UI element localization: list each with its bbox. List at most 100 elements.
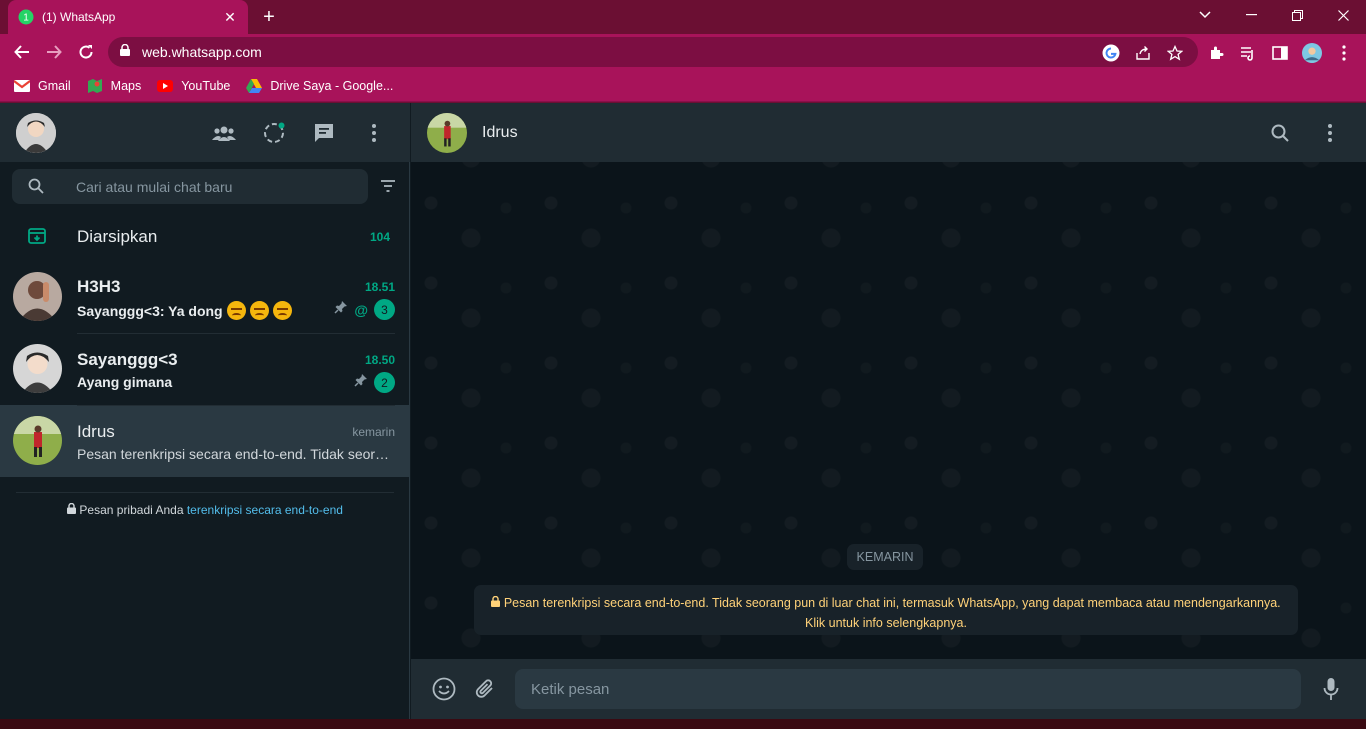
bookmark-label: Gmail	[38, 78, 71, 93]
status-icon[interactable]	[261, 120, 287, 146]
attach-icon[interactable]	[472, 676, 498, 702]
chat-name: H3H3	[77, 277, 121, 296]
whatsapp-favicon-icon: 1	[18, 9, 34, 25]
minimize-button[interactable]	[1228, 0, 1274, 30]
chat-item-idrus[interactable]: Idrus kemarin Pesan terenkripsi secara e…	[0, 405, 410, 477]
profile-avatar-icon[interactable]	[1302, 43, 1322, 63]
encryption-notice-text: Pesan terenkripsi secara end-to-end. Tid…	[503, 596, 1281, 610]
chat-body: Idrus kemarin Pesan terenkripsi secara e…	[77, 405, 395, 477]
unread-badge: 2	[374, 372, 395, 393]
back-button[interactable]	[10, 40, 34, 64]
chat-list-sidebar: Diarsipkan 104 H3H3 18.51 Sayanggg<3: Ya…	[0, 103, 410, 719]
archived-count: 104	[369, 230, 390, 244]
avatar	[13, 272, 62, 321]
emoji-icon[interactable]	[431, 676, 457, 702]
avatar	[13, 344, 62, 393]
angry-face-emoji-icon	[249, 301, 269, 320]
browser-tabbar: 1 (1) WhatsApp ✕ +	[0, 0, 1366, 34]
contact-name: Idrus	[482, 124, 518, 141]
bookmark-youtube[interactable]: YouTube	[157, 78, 230, 94]
menu-icon[interactable]	[361, 120, 387, 146]
conversation-pane: Idrus KEMARIN Pesan terenkripsi secara e…	[411, 103, 1366, 719]
svg-text:1: 1	[23, 13, 29, 24]
new-tab-button[interactable]: +	[258, 6, 280, 28]
chat-item-h3h3[interactable]: H3H3 18.51 Sayanggg<3: Ya dong @ 3	[0, 261, 410, 333]
tab-search-icon[interactable]	[1182, 0, 1228, 30]
chat-body: Sayanggg<3 18.50 Ayang gimana 2	[77, 333, 395, 405]
archive-icon	[28, 227, 46, 250]
pin-icon	[334, 300, 348, 319]
search-messages-icon[interactable]	[1267, 120, 1293, 146]
chat-time: 18.50	[364, 353, 395, 367]
chat-last-message: Sayanggg<3: Ya dong	[77, 301, 327, 320]
url-text: web.whatsapp.com	[142, 44, 262, 60]
chat-time: kemarin	[352, 425, 395, 439]
footer-text: Pesan pribadi Anda	[79, 503, 184, 517]
bookmark-maps[interactable]: Maps	[87, 78, 141, 94]
encryption-footer: Pesan pribadi Anda terenkripsi secara en…	[0, 502, 410, 517]
encryption-notice[interactable]: Pesan terenkripsi secara end-to-end. Tid…	[474, 585, 1298, 635]
divider	[16, 492, 394, 493]
conversation-header[interactable]: Idrus	[411, 103, 1366, 162]
search-box	[12, 169, 368, 204]
chat-item-sayanggg[interactable]: Sayanggg<3 18.50 Ayang gimana 2	[0, 333, 410, 405]
pin-icon	[354, 373, 368, 392]
communities-icon[interactable]	[211, 120, 237, 146]
side-panel-icon[interactable]	[1270, 43, 1290, 63]
search-row	[0, 162, 410, 212]
message-input[interactable]	[515, 669, 1301, 709]
reading-list-icon[interactable]	[1238, 43, 1258, 63]
lock-icon	[67, 502, 79, 517]
bookmark-drive[interactable]: Drive Saya - Google...	[246, 78, 393, 94]
drive-icon	[246, 78, 263, 94]
close-tab-icon[interactable]: ✕	[222, 9, 238, 25]
chat-last-message: Ayang gimana	[77, 374, 173, 390]
chat-meta: @ 3	[334, 299, 395, 320]
reload-button[interactable]	[74, 40, 98, 64]
google-icon[interactable]	[1102, 44, 1120, 62]
angry-face-emoji-icon	[272, 301, 292, 320]
search-icon[interactable]	[28, 178, 44, 199]
sidebar-header	[0, 103, 410, 162]
chat-name: Sayanggg<3	[77, 350, 178, 369]
message-composer	[411, 659, 1366, 719]
restore-button[interactable]	[1274, 0, 1320, 30]
share-icon[interactable]	[1134, 44, 1152, 62]
chat-meta: 2	[354, 372, 395, 393]
angry-face-emoji-icon	[226, 301, 246, 320]
browser-toolbar: web.whatsapp.com	[0, 34, 1366, 70]
unread-badge: 3	[374, 299, 395, 320]
search-input[interactable]	[76, 169, 356, 204]
close-window-button[interactable]	[1320, 0, 1366, 30]
chat-last-message: Pesan terenkripsi secara end-to-end. Tid…	[77, 446, 395, 462]
contact-avatar[interactable]	[427, 113, 467, 153]
chat-preview-text: Sayanggg<3: Ya dong	[77, 302, 223, 319]
gmail-icon	[14, 78, 30, 94]
address-bar[interactable]: web.whatsapp.com	[108, 37, 1198, 67]
tab-title: (1) WhatsApp	[42, 10, 116, 24]
conversation-menu-icon[interactable]	[1317, 120, 1343, 146]
chat-body: H3H3 18.51 Sayanggg<3: Ya dong @ 3	[77, 261, 395, 333]
bookmark-gmail[interactable]: Gmail	[14, 78, 71, 94]
bookmarks-bar: Gmail Maps YouTube Drive Saya - Google..…	[0, 70, 1366, 102]
encryption-notice-link: Klik untuk info selengkapnya.	[805, 616, 967, 630]
chat-time: 18.51	[364, 280, 395, 294]
new-chat-icon[interactable]	[311, 120, 337, 146]
browser-tab-whatsapp[interactable]: 1 (1) WhatsApp ✕	[8, 0, 248, 34]
mention-icon: @	[354, 301, 368, 318]
whatsapp-app: Diarsipkan 104 H3H3 18.51 Sayanggg<3: Ya…	[0, 103, 1366, 719]
chrome-menu-icon[interactable]	[1334, 43, 1354, 63]
forward-button[interactable]	[42, 40, 66, 64]
microphone-icon[interactable]	[1318, 676, 1344, 702]
youtube-icon	[157, 78, 174, 94]
avatar	[13, 416, 62, 465]
extensions-icon[interactable]	[1206, 43, 1226, 63]
filter-icon[interactable]	[380, 179, 396, 197]
lock-icon[interactable]	[120, 43, 130, 61]
archived-row[interactable]: Diarsipkan 104	[0, 212, 410, 261]
chat-name: Idrus	[77, 422, 115, 441]
bookmark-label: YouTube	[181, 78, 231, 93]
encryption-link[interactable]: terenkripsi secara end-to-end	[187, 503, 343, 517]
my-profile-avatar[interactable]	[16, 113, 56, 153]
bookmark-star-icon[interactable]	[1166, 44, 1184, 62]
